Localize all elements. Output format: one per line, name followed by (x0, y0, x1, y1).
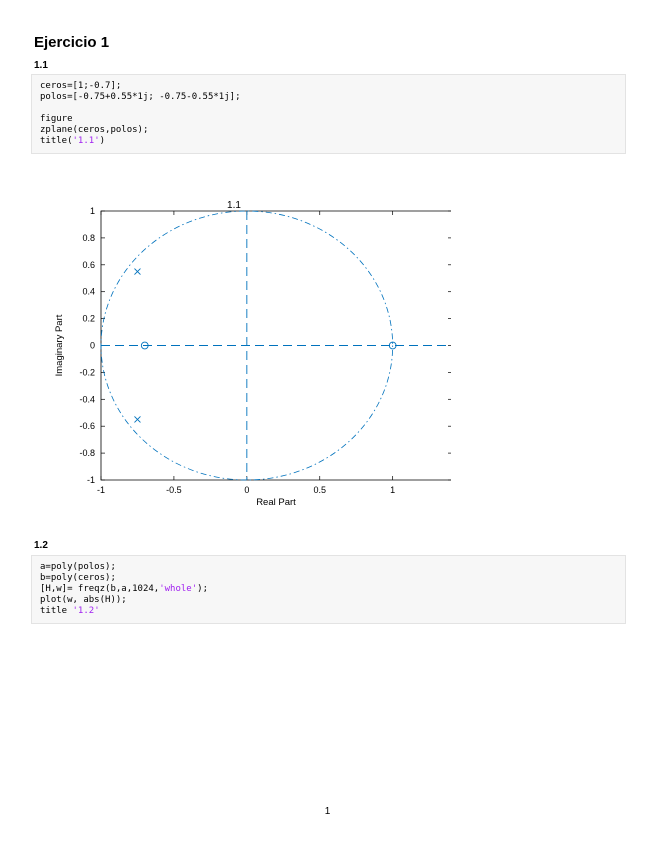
code-block-1-2: a=poly(polos); b=poly(ceros); [H,w]= freqz… (31, 555, 626, 624)
code-line: [H,w]= freqz(b,a,1024,'whole'); (40, 584, 617, 595)
code-text: ) (99, 136, 106, 146)
code-text: a=poly(polos); (40, 562, 116, 572)
section-label-1-1: 1.1 (34, 60, 48, 71)
zplane-figure: -1 -0.5 0 0.5 1 1 0.8 0.6 0.4 0.2 0 -0.2 -0.4 -0.6 -0.… (54, 200, 451, 508)
pole-marker (134, 268, 141, 275)
code-line: a=poly(polos); (40, 562, 617, 573)
x-tick-label: 0.5 (313, 485, 326, 495)
x-tick-label: 1 (390, 485, 395, 495)
code-text: [H,w]= freqz(b,a,1024, (40, 584, 160, 594)
y-tick-label: -0.6 (79, 421, 95, 431)
y-tick-label: -0.8 (79, 448, 95, 458)
y-tick-label: 0.8 (82, 233, 95, 243)
y-tick-label: 0.6 (82, 260, 95, 270)
code-line: zplane(ceros,polos); (40, 125, 617, 136)
x-tick-label: 0 (244, 485, 249, 495)
code-string: 'whole' (159, 584, 198, 594)
y-tick-label: 0.4 (82, 287, 95, 297)
code-text: ceros=[1;-0.7]; (40, 81, 122, 91)
code-string: '1.1' (72, 136, 100, 146)
y-tick-label: 0 (90, 341, 95, 351)
y-axis-label: Imaginary Part (54, 314, 65, 376)
y-tick-label: -0.4 (79, 394, 95, 404)
section-label-1-2: 1.2 (34, 540, 48, 551)
y-tick-label: -1 (87, 475, 95, 485)
code-text: plot(w, abs(H)); (40, 595, 127, 605)
code-line: title('1.1') (40, 136, 617, 147)
code-text: title( (40, 136, 73, 146)
code-string: '1.2' (72, 606, 100, 616)
page-number: 1 (324, 806, 331, 817)
code-line: title '1.2' (40, 606, 617, 617)
code-line: figure (40, 114, 617, 125)
y-tick-label: 1 (90, 206, 95, 216)
code-text: b=poly(ceros); (40, 573, 116, 583)
code-text: figure (40, 114, 73, 124)
code-line: plot(w, abs(H)); (40, 595, 617, 606)
code-line: ceros=[1;-0.7]; (40, 81, 617, 92)
code-line: b=poly(ceros); (40, 573, 617, 584)
code-text: polos=[-0.75+0.55*1j; -0.75-0.55*1j]; (40, 92, 241, 102)
x-axis-label: Real Part (256, 497, 296, 508)
code-text: zplane(ceros,polos); (40, 125, 149, 135)
y-tick-label: 0.2 (82, 314, 95, 324)
x-tick-label: -0.5 (166, 485, 182, 495)
code-block-1-1: ceros=[1;-0.7]; polos=[-0.75+0.55*1j; -0.… (31, 74, 626, 154)
heading: Ejercicio 1 (34, 34, 110, 51)
pole-marker (134, 416, 141, 423)
y-tick-label: -0.2 (79, 367, 95, 377)
plot-title: 1.1 (227, 200, 241, 211)
x-tick-label: -1 (97, 485, 105, 495)
code-text: title (40, 606, 73, 616)
code-line: polos=[-0.75+0.55*1j; -0.75-0.55*1j]; (40, 92, 617, 103)
code-text: ); (197, 584, 208, 594)
